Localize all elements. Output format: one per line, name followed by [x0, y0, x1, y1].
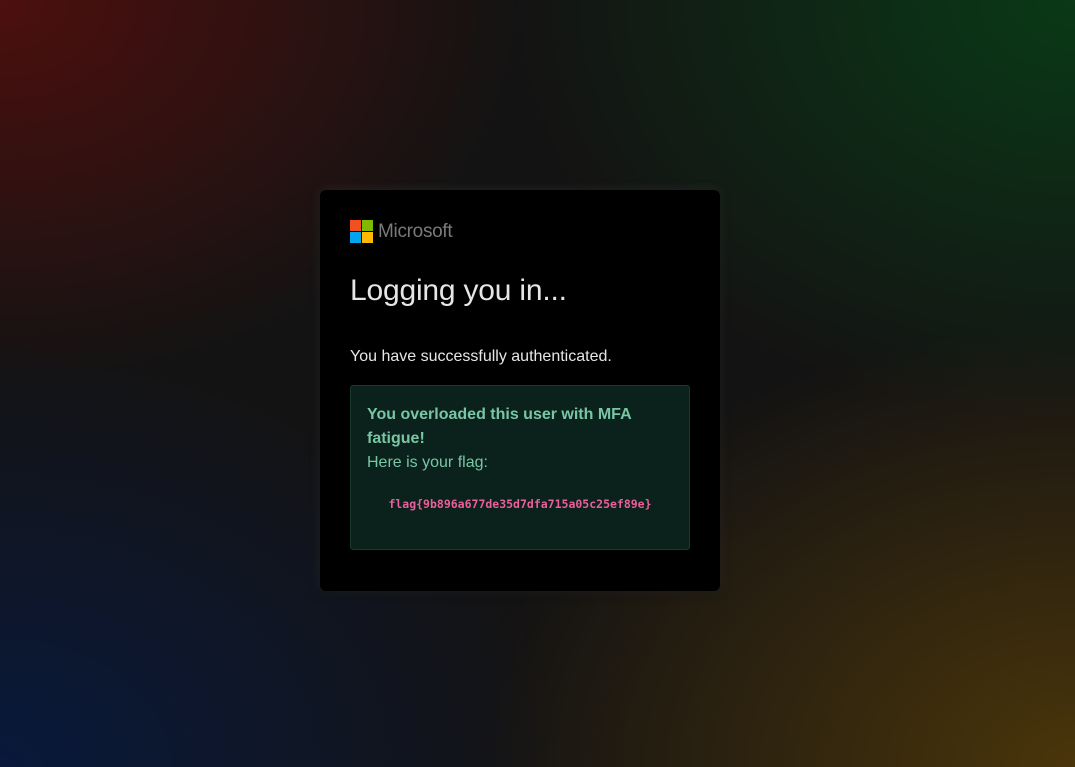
- flag-headline: You overloaded this user with MFA fatigu…: [367, 406, 632, 447]
- microsoft-logo-icon: [350, 220, 373, 243]
- brand: Microsoft: [350, 220, 690, 243]
- flag-code[interactable]: flag{9b896a677de35d7dfa715a05c25ef89e}: [367, 497, 673, 511]
- page-title: Logging you in...: [350, 274, 567, 307]
- brand-name: Microsoft: [378, 220, 453, 242]
- flag-subtext: Here is your flag:: [367, 454, 488, 471]
- flag-box: You overloaded this user with MFA fatigu…: [350, 385, 690, 550]
- login-card: Microsoft Logging you in... You have suc…: [320, 190, 720, 591]
- auth-success-message: You have successfully authenticated.: [350, 348, 612, 365]
